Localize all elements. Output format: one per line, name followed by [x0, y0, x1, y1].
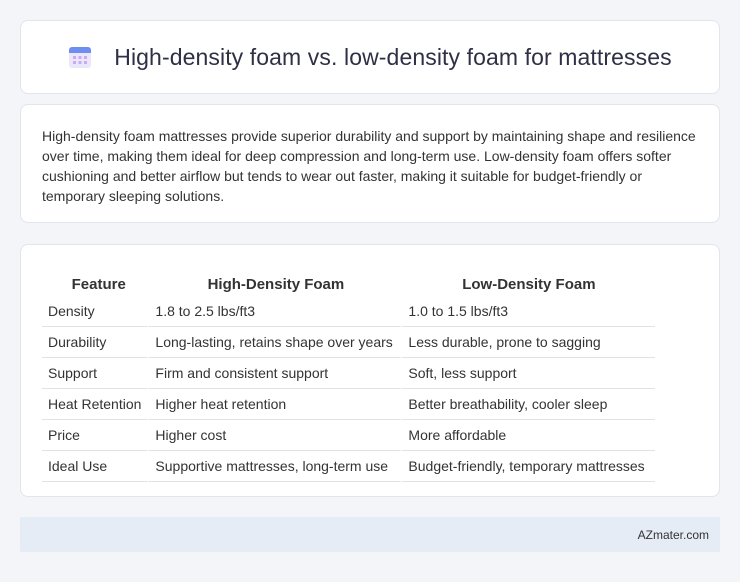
- row-high-density: Higher cost: [149, 420, 403, 451]
- table-row: Price Higher cost More affordable: [42, 420, 656, 451]
- table-row: Density 1.8 to 2.5 lbs/ft3 1.0 to 1.5 lb…: [42, 296, 656, 327]
- row-high-density: Firm and consistent support: [149, 358, 403, 389]
- row-feature: Price: [42, 420, 150, 451]
- row-feature: Heat Retention: [42, 389, 150, 420]
- row-high-density: Long-lasting, retains shape over years: [149, 327, 403, 358]
- row-high-density: Higher heat retention: [149, 389, 403, 420]
- title-card: High-density foam vs. low-density foam f…: [20, 20, 720, 94]
- header-feature: Feature: [71, 276, 126, 293]
- row-low-density: Soft, less support: [402, 358, 656, 389]
- row-low-density: Better breathability, cooler sleep: [402, 389, 656, 420]
- row-low-density: 1.0 to 1.5 lbs/ft3: [402, 296, 656, 327]
- table-row: Heat Retention Higher heat retention Bet…: [42, 389, 656, 420]
- header-low-density: Low-Density Foam: [462, 276, 596, 293]
- row-high-density: 1.8 to 2.5 lbs/ft3: [149, 296, 403, 327]
- row-feature: Support: [42, 358, 150, 389]
- row-feature: Ideal Use: [42, 451, 150, 482]
- table-row: Support Firm and consistent support Soft…: [42, 358, 656, 389]
- footer-site-link[interactable]: AZmater.com: [638, 528, 709, 542]
- table-row: Ideal Use Supportive mattresses, long-te…: [42, 451, 656, 482]
- row-feature: Durability: [42, 327, 150, 358]
- row-low-density: Budget-friendly, temporary mattresses: [402, 451, 656, 482]
- calendar-icon: [68, 45, 92, 69]
- table-row: Durability Long-lasting, retains shape o…: [42, 327, 656, 358]
- row-low-density: More affordable: [402, 420, 656, 451]
- intro-card: High-density foam mattresses provide sup…: [20, 104, 720, 223]
- table-header-row: Feature High-Density Foam Low-Density Fo…: [42, 265, 655, 296]
- footer: AZmater.com: [20, 517, 720, 552]
- row-low-density: Less durable, prone to sagging: [402, 327, 656, 358]
- intro-paragraph: High-density foam mattresses provide sup…: [42, 128, 696, 204]
- comparison-table: Feature High-Density Foam Low-Density Fo…: [42, 265, 656, 482]
- page-title: High-density foam vs. low-density foam f…: [114, 43, 672, 70]
- row-feature: Density: [42, 296, 150, 327]
- comparison-card: Feature High-Density Foam Low-Density Fo…: [20, 244, 720, 497]
- row-high-density: Supportive mattresses, long-term use: [149, 451, 403, 482]
- header-high-density: High-Density Foam: [207, 276, 345, 293]
